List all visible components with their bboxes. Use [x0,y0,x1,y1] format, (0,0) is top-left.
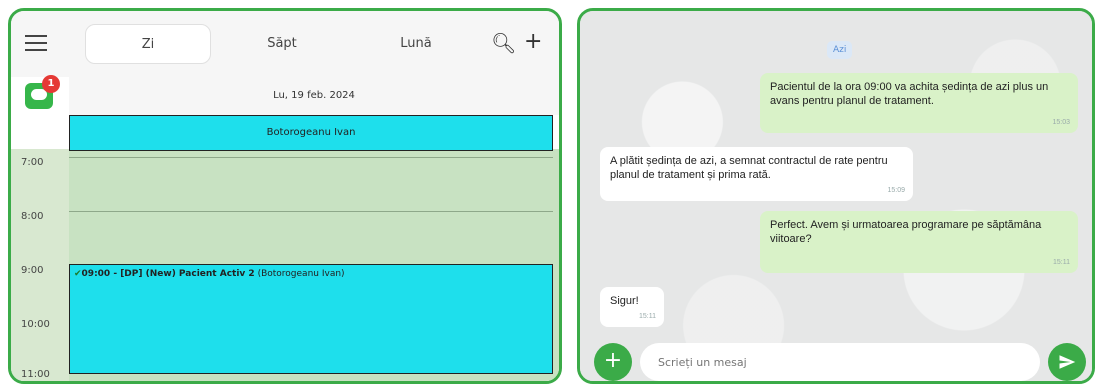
calendar-header: Zi Săpt Lună 🔍︎ + [11,11,559,77]
send-icon [1059,355,1076,369]
hour-line [69,211,553,212]
message-input[interactable] [640,343,1040,381]
appointment-event[interactable]: ✔09:00 - [DP] (New) Pacient Activ 2 (Bot… [69,264,553,374]
message-incoming[interactable]: A plătit ședința de azi, a semnat contra… [600,147,913,201]
message-time: 15:11 [1053,259,1070,266]
message-text: Perfect. Avem și urmatoarea programare p… [770,219,1042,245]
message-time: 15:11 [639,313,656,320]
attach-plus-button[interactable]: + [594,343,632,381]
hour-line [69,157,553,158]
time-label: 8:00 [21,211,44,222]
calendar-panel: Zi Săpt Lună 🔍︎ + 1 Lu, 19 feb. 2024 Bot… [8,8,562,384]
chat-panel: Azi Pacientul de la ora 09:00 va achita … [577,8,1095,384]
add-icon[interactable]: + [524,29,542,54]
event-doctor: (Botorogeanu Ivan) [257,269,345,279]
tab-month[interactable]: Lună [361,24,471,64]
time-label: 10:00 [21,319,50,330]
message-time: 15:09 [887,187,905,194]
message-incoming[interactable]: Sigur! 15:11 [600,287,664,327]
message-text: Sigur! [610,295,639,307]
time-label: 9:00 [21,265,44,276]
time-label: 11:00 [21,369,50,380]
day-separator: Azi [827,41,853,59]
checkmark-icon: ✔ [74,269,82,279]
time-label: 7:00 [21,157,44,168]
search-icon[interactable]: 🔍︎ [491,31,516,55]
message-text: Pacientul de la ora 09:00 va achita ședi… [770,81,1049,107]
compose-bar: + [580,337,1092,381]
message-text: A plătit ședința de azi, a semnat contra… [610,155,888,181]
event-title: 09:00 - [DP] (New) Pacient Activ 2 [81,269,255,279]
tab-week[interactable]: Săpt [227,24,337,64]
send-button[interactable] [1048,343,1086,381]
unread-badge: 1 [42,75,60,93]
tab-day[interactable]: Zi [85,24,211,64]
hamburger-menu-icon[interactable] [25,35,47,51]
message-time: 15:03 [1052,119,1070,126]
message-outgoing[interactable]: Pacientul de la ora 09:00 va achita ședi… [760,73,1078,133]
message-outgoing[interactable]: Perfect. Avem și urmatoarea programare p… [760,211,1078,273]
resource-header: Botorogeanu Ivan [69,115,553,151]
current-date: Lu, 19 feb. 2024 [69,77,559,115]
